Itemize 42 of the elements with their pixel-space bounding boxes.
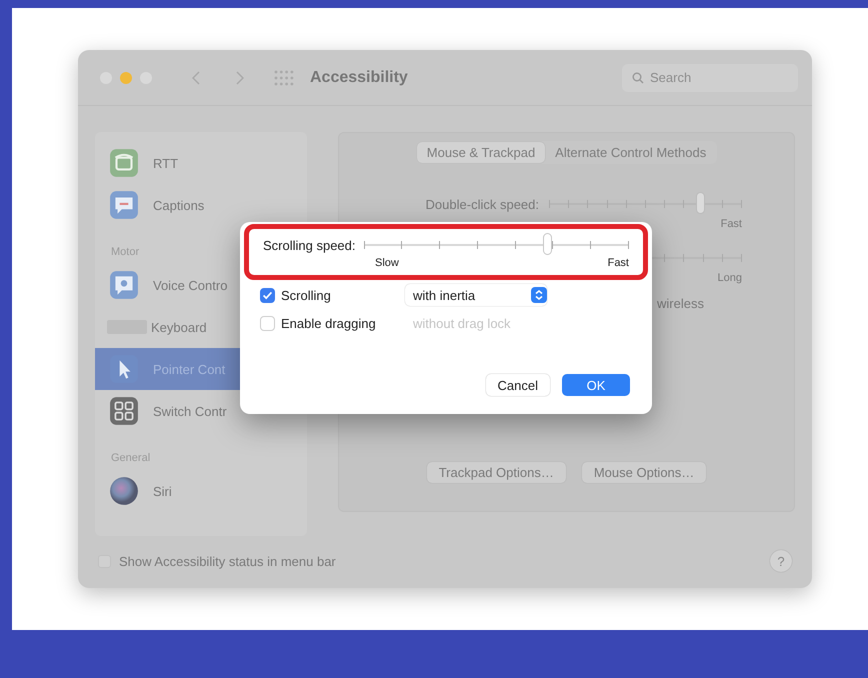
slider-end-label: Fast [608, 257, 629, 269]
orb-icon [109, 476, 139, 506]
sidebar-item[interactable]: Captions [95, 184, 307, 226]
grid-icon[interactable] [274, 70, 294, 86]
item-label: Captions [153, 198, 204, 212]
item-label: Voice Contro [153, 278, 228, 292]
ok-button[interactable]: OK [562, 374, 630, 396]
item-label: Switch Contr [153, 404, 227, 418]
back-icon[interactable] [192, 70, 200, 84]
options-button[interactable]: Mouse Options… [582, 462, 706, 483]
tab[interactable]: Mouse & Trackpad [416, 142, 546, 163]
item-label: Keyboard [151, 320, 207, 334]
cancel-button[interactable]: Cancel [486, 374, 550, 396]
sidebar-item[interactable]: Switch Contr [95, 390, 307, 432]
checkbox-label: Scrolling [281, 288, 331, 302]
sidebar-item[interactable]: Siri [95, 470, 307, 512]
option-label: wireless [657, 296, 704, 311]
stepper-icon [531, 287, 547, 303]
grid-icon [109, 396, 139, 426]
slider-label: Double-click speed: [424, 196, 539, 212]
search-field[interactable]: Search [622, 64, 798, 92]
forward-icon[interactable] [236, 70, 244, 84]
slider-end-label: Fast [720, 218, 742, 230]
checkbox-label: Enable dragging [281, 316, 376, 330]
checkbox-label: Show Accessibility status in menu bar [119, 554, 336, 568]
sidebar-item[interactable]: RTT [95, 142, 307, 184]
slider-thumb[interactable] [542, 233, 552, 255]
slider-thumb[interactable] [696, 192, 705, 214]
slider-end-label: Slow [375, 257, 399, 269]
speech-bubble-icon [109, 270, 139, 300]
item-label: RTT [153, 156, 178, 170]
tab[interactable]: Alternate Control Methods [545, 142, 716, 163]
speech-bubble-icon [109, 190, 139, 220]
checkbox[interactable] [260, 288, 275, 302]
slider-end-label: Long [718, 272, 742, 284]
options-button[interactable]: Trackpad Options… [426, 462, 566, 483]
window-title: Accessibility [310, 68, 408, 86]
slider-label: Scrolling speed: [263, 238, 356, 252]
item-label: Siri [153, 484, 172, 498]
popup-menu[interactable]: with inertia [405, 284, 547, 306]
search-icon [632, 72, 644, 84]
help-button[interactable]: ? [770, 550, 792, 572]
